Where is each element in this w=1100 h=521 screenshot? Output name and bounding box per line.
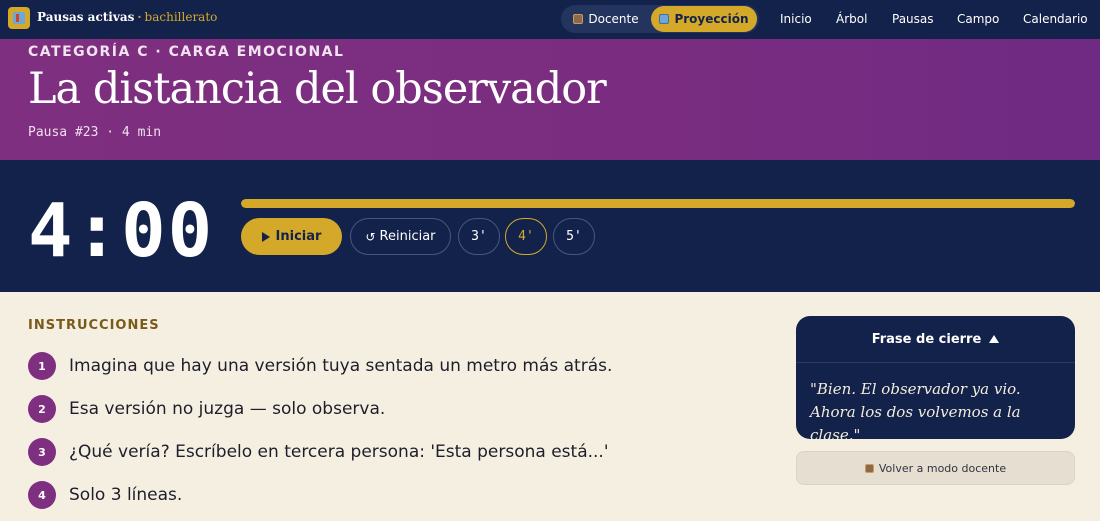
category-label: CATEGORÍA C · CARGA EMOCIONAL [28, 44, 345, 60]
brand-main: Pausas activas [37, 10, 135, 24]
teacher-icon [864, 463, 874, 473]
mode-docente-label: Docente [588, 12, 639, 26]
closing-quote: "Bien. El observador ya vio. Ahora los d… [810, 380, 1021, 444]
start-button[interactable]: Iniciar [241, 218, 342, 255]
list-item: 2 Esa versión no juzga — solo observa. [28, 395, 385, 423]
closing-phrase-card: Frase de cierre "Bien. El observador ya … [796, 316, 1075, 444]
list-item: 4 Solo 3 líneas. [28, 481, 182, 509]
timer-progress-bar [241, 199, 1075, 208]
closing-phrase-heading: Frase de cierre [871, 331, 982, 347]
brand-separator: · [137, 10, 142, 24]
reset-label: Reiniciar [379, 229, 436, 244]
step-number: 4 [28, 481, 56, 509]
nav-link-calendario[interactable]: Calendario [1023, 12, 1088, 26]
collapse-up-icon [989, 335, 1000, 343]
nav-link-arbol[interactable]: Árbol [836, 12, 867, 26]
list-item: 1 Imagina que hay una versión tuya senta… [28, 352, 612, 380]
back-to-teacher-mode-button[interactable]: Volver a modo docente [796, 451, 1075, 485]
app-logo-icon[interactable] [8, 7, 30, 29]
mode-proyeccion-button[interactable]: Proyección [651, 6, 757, 32]
duration-3-button[interactable]: 3' [458, 218, 500, 255]
back-button-label: Volver a modo docente [878, 461, 1007, 475]
closing-phrase-toggle[interactable]: Frase de cierre [796, 316, 1075, 363]
mode-docente-button[interactable]: Docente [562, 6, 650, 32]
brand[interactable]: Pausas activas · bachillerato [37, 10, 217, 24]
reset-icon: ↺ [365, 229, 376, 244]
step-text: ¿Qué vería? Escríbelo en tercera persona… [69, 442, 609, 462]
step-number: 2 [28, 395, 56, 423]
brand-sub: bachillerato [144, 10, 218, 24]
duration-4-button[interactable]: 4' [505, 218, 547, 255]
step-number: 1 [28, 352, 56, 380]
page-title: La distancia del observador [28, 64, 607, 114]
step-text: Esa versión no juzga — solo observa. [69, 399, 386, 419]
play-icon [261, 231, 270, 242]
teacher-icon [573, 14, 584, 24]
nav-link-inicio[interactable]: Inicio [780, 12, 812, 26]
step-number: 3 [28, 438, 56, 466]
step-text: Imagina que hay una versión tuya sentada… [69, 356, 613, 376]
mode-proyeccion-label: Proyección [674, 12, 749, 26]
timer-display: 4:00 [28, 188, 215, 274]
pause-meta: Pausa #23 · 4 min [28, 125, 162, 140]
top-nav: Pausas activas · bachillerato Docente Proy… [0, 0, 1100, 39]
start-label: Iniciar [275, 229, 322, 244]
timer-progress-fill [241, 199, 1075, 208]
nav-link-pausas[interactable]: Pausas [892, 12, 934, 26]
duration-5-button[interactable]: 5' [553, 218, 595, 255]
list-item: 3 ¿Qué vería? Escríbelo en tercera perso… [28, 438, 609, 466]
mode-toggle: Docente Proyección [561, 5, 759, 33]
step-text: Solo 3 líneas. [69, 485, 183, 505]
reset-button[interactable]: ↺ Reiniciar [350, 218, 451, 255]
projector-icon [659, 14, 670, 24]
instructions-heading: INSTRUCCIONES [28, 318, 160, 333]
nav-link-campo[interactable]: Campo [957, 12, 999, 26]
